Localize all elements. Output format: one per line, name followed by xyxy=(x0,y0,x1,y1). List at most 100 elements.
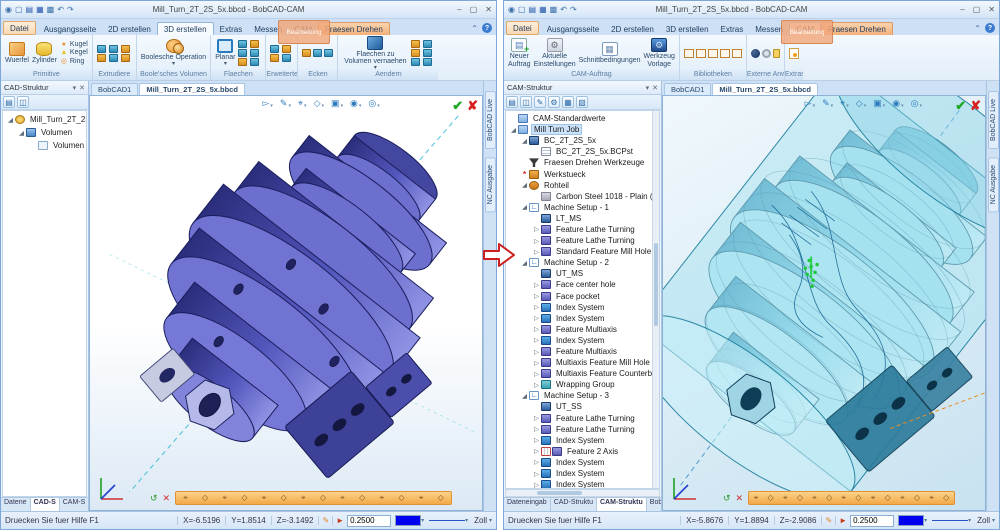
corner-tool-icon[interactable] xyxy=(313,49,322,57)
clear-icon[interactable]: ✕ xyxy=(736,493,744,504)
pin-icon[interactable]: ▾ xyxy=(646,84,650,92)
tree-item[interactable]: ▷ Face center hole xyxy=(506,279,659,290)
document-tab[interactable]: BobCAD1 xyxy=(91,83,138,95)
document-tab[interactable]: BobCAD1 xyxy=(664,83,711,95)
view-preset-icon[interactable]: ◇ xyxy=(768,492,774,504)
help-icon[interactable]: ? xyxy=(482,23,492,33)
ortho-icon[interactable]: ► xyxy=(835,516,850,525)
viewport-tool-icon[interactable]: ▻▾ xyxy=(805,98,815,109)
ortho-icon[interactable]: ► xyxy=(332,516,347,525)
qat-icon[interactable]: ◉ xyxy=(5,5,12,14)
external-app-icon[interactable] xyxy=(762,49,771,58)
viewport-tool-icon[interactable]: ⌖▾ xyxy=(840,98,849,109)
close-button[interactable]: ✕ xyxy=(988,5,995,14)
zylinder-button[interactable]: Zylinder xyxy=(32,42,57,65)
tree-expander[interactable]: ▷ xyxy=(532,381,541,389)
qat-icon[interactable]: ↶ xyxy=(57,5,64,14)
tree-item[interactable]: Volumen 1 xyxy=(3,139,86,152)
qat-icon[interactable]: ↶ xyxy=(560,5,567,14)
library-icon[interactable] xyxy=(684,49,694,58)
tree-expander[interactable]: ▷ xyxy=(532,225,541,233)
qat-icon[interactable]: ▦ xyxy=(36,5,44,14)
extrude-tool-icon[interactable] xyxy=(97,54,106,62)
modify-tool-icon[interactable] xyxy=(423,49,432,57)
regen-icon[interactable]: ↺ xyxy=(723,493,731,504)
units-dropdown[interactable]: Zoll xyxy=(472,516,489,525)
side-tab[interactable]: BobCAD Live xyxy=(988,91,999,149)
tree-expander[interactable]: ▷ xyxy=(532,414,541,422)
tree-item[interactable]: ▷ Feature 2 Axis xyxy=(506,446,659,457)
tree-expander[interactable]: ▷ xyxy=(532,303,541,311)
tree-item[interactable]: ▷ Index System xyxy=(506,302,659,313)
surface-tool-icon[interactable] xyxy=(250,58,259,66)
tree-expander[interactable]: ◢ xyxy=(6,116,15,124)
ribbon-tab[interactable]: Extras xyxy=(214,23,249,35)
tree-expander[interactable]: ▷ xyxy=(532,458,541,466)
document-tab[interactable]: Mill_Turn_2T_2S_5x.bbcd xyxy=(139,83,245,95)
flaechen-zu-volumen-button[interactable]: Flaechen zu Volumen vernaehen▾ xyxy=(342,36,408,71)
surface-tool-icon[interactable] xyxy=(238,40,247,48)
adv-surface-tool-icon[interactable] xyxy=(282,45,291,53)
ring-button[interactable]: ◎Ring xyxy=(60,57,88,65)
viewport-tool-icon[interactable]: ✎▾ xyxy=(822,98,833,109)
tree-item[interactable]: ▷ Wrapping Group xyxy=(506,379,659,390)
library-icon[interactable] xyxy=(732,49,742,58)
ribbon-tab[interactable]: Datei xyxy=(506,21,539,35)
tree-item[interactable]: ▷ Index System xyxy=(506,435,659,446)
increment-input[interactable] xyxy=(347,515,391,527)
increment-input[interactable] xyxy=(850,515,894,527)
adv-surface-tool-icon[interactable] xyxy=(270,45,279,53)
tree-expander[interactable]: ▷ xyxy=(532,359,541,367)
tree-expander[interactable]: ▷ xyxy=(532,425,541,433)
tree-item[interactable]: ▷ Feature Multiaxis xyxy=(506,346,659,357)
tree-item[interactable]: ◢ Machine Setup - 1 xyxy=(506,202,659,213)
panel-tool-icon[interactable]: ▤ xyxy=(3,96,15,108)
viewport-tool-icon[interactable]: ⌖▾ xyxy=(298,98,307,109)
panel-tab[interactable]: Dateneingab xyxy=(504,498,551,511)
tree-expander[interactable]: ▷ xyxy=(532,470,541,478)
tree-item[interactable]: Fraesen Drehen Werkzeuge xyxy=(506,157,659,168)
modify-tool-icon[interactable] xyxy=(411,49,420,57)
tree-item[interactable]: ◢ Machine Setup - 2 xyxy=(506,257,659,268)
qat-icon[interactable]: ▩ xyxy=(47,5,55,14)
qat-icon[interactable]: ▢ xyxy=(518,5,526,14)
view-preset-icon[interactable]: ⌖ xyxy=(262,492,267,504)
tree-expander[interactable]: ▷ xyxy=(532,436,541,444)
tree-item[interactable]: ◢ Mill Turn Job xyxy=(506,124,659,135)
tree-item[interactable]: ▷ Feature Lathe Turning xyxy=(506,224,659,235)
tree-item[interactable]: ▷ Index System xyxy=(506,479,659,489)
viewport-tool-icon[interactable]: ◎▾ xyxy=(911,98,922,109)
tree-expander[interactable]: ▷ xyxy=(532,336,541,344)
ribbon-tab[interactable]: Ausgangsseite xyxy=(541,23,605,35)
collapse-ribbon-icon[interactable]: ⌃ xyxy=(974,24,981,33)
minimize-button[interactable]: – xyxy=(457,5,461,14)
view-preset-icon[interactable]: ⌖ xyxy=(812,492,817,504)
view-preset-icon[interactable]: ◇ xyxy=(398,492,404,504)
panel-tool-icon[interactable]: ✎ xyxy=(534,96,546,108)
view-preset-icon[interactable]: ⌖ xyxy=(900,492,905,504)
view-preset-icon[interactable]: ◇ xyxy=(202,492,208,504)
qat-icon[interactable]: ▤ xyxy=(529,5,537,14)
library-icon[interactable] xyxy=(720,49,730,58)
view-preset-icon[interactable]: ◇ xyxy=(797,492,803,504)
kugel-button[interactable]: ●Kugel xyxy=(60,41,88,48)
tree-item[interactable]: CAM-Standardwerte xyxy=(506,113,659,124)
tree-expander[interactable]: ▷ xyxy=(532,292,541,300)
corner-tool-icon[interactable] xyxy=(324,49,333,57)
modify-tool-icon[interactable] xyxy=(411,40,420,48)
qat-icon[interactable]: ▩ xyxy=(550,5,558,14)
qat-icon[interactable]: ◉ xyxy=(508,5,515,14)
tree-expander[interactable]: ▷ xyxy=(532,237,541,245)
surface-tool-icon[interactable] xyxy=(238,49,247,57)
cancel-icon[interactable]: ✘ xyxy=(467,98,478,114)
library-icon[interactable] xyxy=(708,49,718,58)
qat-icon[interactable]: ▤ xyxy=(26,5,34,14)
panel-tab[interactable]: BobAr xyxy=(647,498,661,511)
linestyle-picker[interactable] xyxy=(932,515,968,526)
confirm-icon[interactable]: ✔ xyxy=(955,98,966,114)
panel-tool-icon[interactable]: ◫ xyxy=(520,96,532,108)
view-preset-icon[interactable]: ◇ xyxy=(943,492,949,504)
view-preset-icon[interactable]: ⌖ xyxy=(871,492,876,504)
tree-expander[interactable]: * xyxy=(520,170,529,179)
tree-item[interactable]: ▷ Feature Lathe Turning xyxy=(506,413,659,424)
